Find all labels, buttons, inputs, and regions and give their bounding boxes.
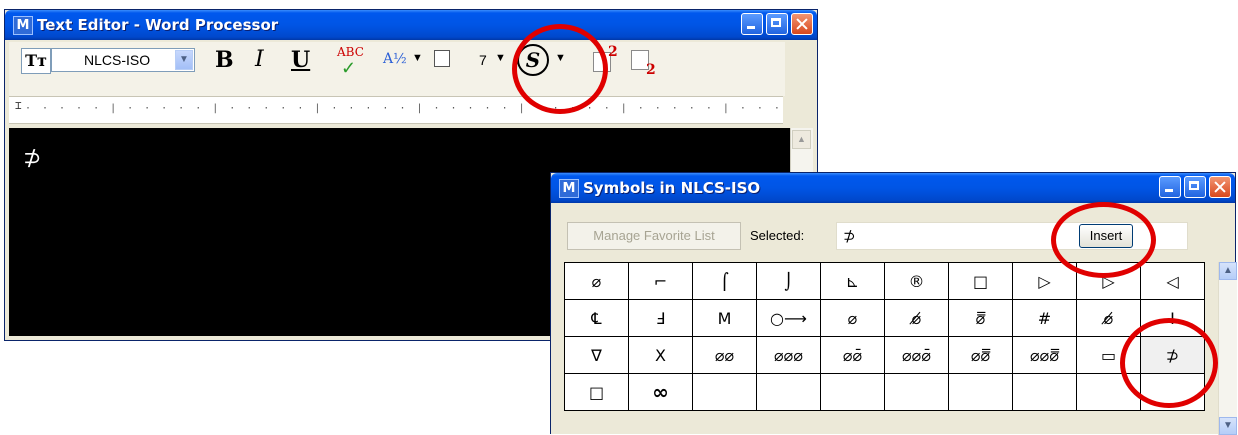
symbol-cell[interactable]: Ⅿ (692, 299, 757, 337)
ruler[interactable]: ⌶ ·····|·····|·····|·····|·····|·····|··… (9, 96, 783, 124)
symbol-cell[interactable]: ® (884, 262, 949, 300)
chevron-down-icon[interactable]: ▼ (175, 50, 193, 70)
stacked-fraction-button[interactable]: A½ (383, 51, 407, 67)
font-select[interactable]: NLCS-ISO ▼ (51, 48, 195, 72)
app-icon: M (13, 16, 33, 35)
maximize-button[interactable] (766, 13, 788, 35)
italic-button[interactable]: I (255, 47, 264, 72)
subscript-button[interactable]: 2 (646, 62, 656, 78)
close-button[interactable] (1209, 176, 1231, 198)
symbol-cell[interactable] (692, 373, 757, 411)
symbol-cell[interactable]: ⌠ (692, 262, 757, 300)
symbol-cell[interactable]: ⌀̿ (948, 299, 1013, 337)
scroll-up-icon[interactable]: ▲ (792, 130, 811, 149)
symbol-cell[interactable]: ▷ (1012, 262, 1077, 300)
symbol-cell[interactable]: ⌀⌀⌀̄ (884, 336, 949, 374)
symbol-cell[interactable]: ⌀̸ (1076, 299, 1141, 337)
editor-title: Text Editor - Word Processor (37, 16, 279, 34)
selected-symbol-value: ⊅ (843, 228, 856, 245)
symbols-titlebar[interactable]: M Symbols in NLCS-ISO (551, 173, 1235, 203)
symbol-cell[interactable]: ⌀⌀̿ (948, 336, 1013, 374)
symbol-cell[interactable]: X (628, 336, 693, 374)
editor-titlebar[interactable]: M Text Editor - Word Processor (5, 10, 817, 40)
symbols-title: Symbols in NLCS-ISO (583, 179, 761, 197)
font-name: NLCS-ISO (84, 52, 151, 68)
symbol-cell[interactable]: ○⟶ (756, 299, 821, 337)
symbol-cell[interactable]: ⌀⌀⌀ (756, 336, 821, 374)
fraction-dropdown-icon[interactable]: ▼ (412, 52, 423, 64)
spell-check-button[interactable]: ABC (337, 45, 364, 59)
symbol-grid: ⌀ ⌐ ⌠ ⌡ ⊾ ® □ ▷ ▷ ◁ ℄ Ⅎ Ⅿ ○⟶ ⌀ ⌀̸ ⌀̿ # ⌀̸ Ⅰ ∇ X ⌀⌀ ⌀⌀⌀ ⌀⌀̄ ⌀⌀⌀̄ ⌀⌀… (564, 262, 1205, 411)
symbol-row: ℄ Ⅎ Ⅿ ○⟶ ⌀ ⌀̸ ⌀̿ # ⌀̸ Ⅰ (564, 299, 1205, 337)
symbol-cell[interactable]: ℄ (564, 299, 629, 337)
font-size-value[interactable]: 7 (479, 52, 487, 68)
annotation-circle-symbol-button (512, 24, 608, 114)
font-icon[interactable]: Tт (21, 48, 51, 74)
symbol-cell[interactable] (820, 373, 885, 411)
checkmark-icon: ✓ (341, 58, 357, 78)
superscript-button[interactable]: 2 (608, 44, 618, 60)
minimize-button[interactable] (1159, 176, 1181, 198)
scroll-down-icon[interactable]: ▼ (1219, 417, 1237, 435)
bold-button[interactable]: B (215, 47, 234, 73)
symbol-cell[interactable]: ⌡ (756, 262, 821, 300)
symbol-cell[interactable]: □ (948, 262, 1013, 300)
symbol-cell[interactable]: # (1012, 299, 1077, 337)
symbol-cell[interactable]: ◁ (1140, 262, 1205, 300)
selected-label: Selected: (750, 228, 805, 243)
symbol-grid-scrollbar[interactable]: ▲ ▼ (1218, 262, 1237, 435)
symbol-row: □ ∞ (564, 373, 1205, 411)
symbol-cell[interactable]: ∇ (564, 336, 629, 374)
symbol-cell[interactable]: ⌀⌀ (692, 336, 757, 374)
scroll-up-icon[interactable]: ▲ (1219, 262, 1237, 280)
symbol-cell[interactable] (756, 373, 821, 411)
symbol-cell[interactable]: Ⅎ (628, 299, 693, 337)
editor-content: ⊅ (23, 146, 42, 171)
underline-button[interactable]: U (291, 47, 310, 73)
symbol-cell[interactable]: ⌀⌀⌀̿ (1012, 336, 1077, 374)
symbol-cell[interactable]: ⌀̸ (884, 299, 949, 337)
formatting-toolbar: Tт NLCS-ISO ▼ B I U ABC ✓ A½ ▼ 7 ▼ S ▼ 2… (9, 42, 785, 96)
ruler-toggle-icon[interactable] (434, 50, 450, 67)
size-dropdown-icon[interactable]: ▼ (495, 52, 506, 64)
symbol-cell[interactable]: ⌀ (564, 262, 629, 300)
maximize-button[interactable] (1184, 176, 1206, 198)
symbol-cell[interactable]: ⌀ (820, 299, 885, 337)
symbol-cell[interactable]: □ (564, 373, 629, 411)
symbol-cell[interactable]: ⌐ (628, 262, 693, 300)
symbol-cell[interactable] (884, 373, 949, 411)
ruler-ticks: ·····|·····|·····|·····|·····|·····|····… (25, 103, 783, 114)
annotation-circle-selected-symbol (1120, 318, 1218, 408)
close-button[interactable] (791, 13, 813, 35)
minimize-button[interactable] (741, 13, 763, 35)
manage-favorite-list-button[interactable]: Manage Favorite List (567, 222, 741, 250)
annotation-circle-insert-button (1051, 202, 1156, 278)
app-icon: M (559, 179, 579, 198)
symbol-cell[interactable]: ⊾ (820, 262, 885, 300)
symbol-row: ∇ X ⌀⌀ ⌀⌀⌀ ⌀⌀̄ ⌀⌀⌀̄ ⌀⌀̿ ⌀⌀⌀̿ ▭ ⊅ (564, 336, 1205, 374)
symbol-cell[interactable] (1012, 373, 1077, 411)
symbol-cell[interactable] (948, 373, 1013, 411)
symbol-cell[interactable]: ∞ (628, 373, 693, 411)
symbol-cell[interactable]: ⌀⌀̄ (820, 336, 885, 374)
